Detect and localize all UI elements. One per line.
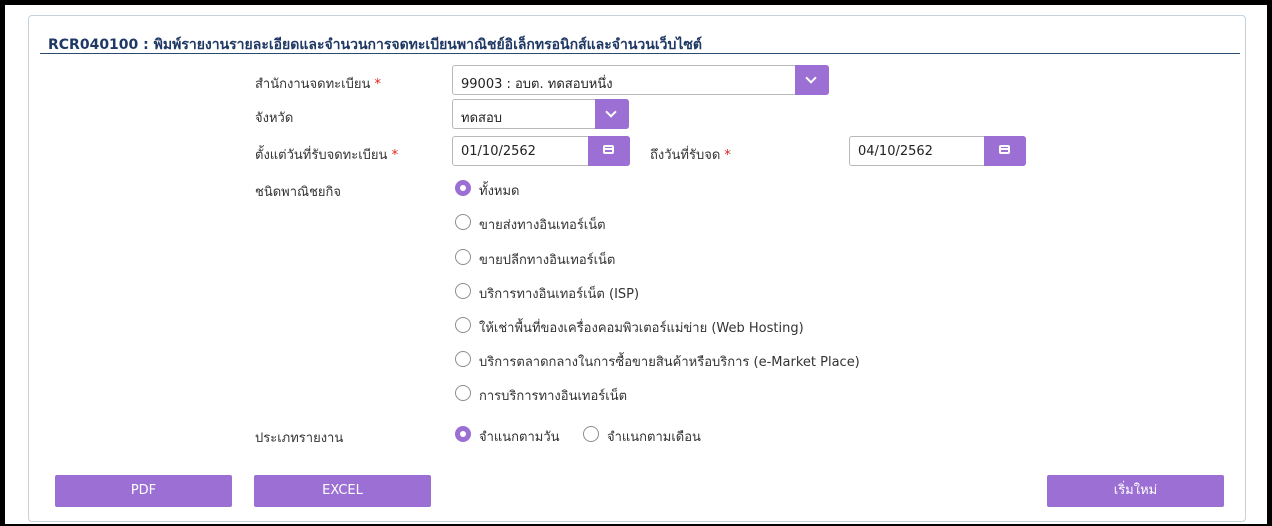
radio-label: จำแนกตามเดือน [607, 430, 701, 445]
from-date-label-text: ตั้งแต่วันที่รับจดทะเบียน [255, 148, 388, 163]
radio-icon[interactable] [455, 249, 471, 265]
radio-label: บริการทางอินเทอร์เน็ต (ISP) [479, 287, 640, 302]
province-select-value: ทดสอบ [461, 111, 503, 126]
to-date-calendar-button[interactable] [984, 136, 1026, 166]
radio-icon[interactable] [455, 214, 471, 230]
calendar-icon [999, 145, 1010, 154]
chevron-down-icon [805, 72, 817, 84]
required-marker: * [391, 148, 399, 163]
required-marker: * [724, 148, 731, 163]
required-marker: * [374, 77, 381, 92]
office-label: สำนักงานจดทะเบียน * [255, 73, 381, 94]
pdf-button[interactable]: PDF [55, 475, 232, 507]
radio-icon[interactable] [455, 385, 471, 401]
radio-icon[interactable] [583, 426, 599, 442]
radio-label: ขายส่งทางอินเทอร์เน็ต [479, 218, 606, 233]
radio-icon[interactable] [455, 317, 471, 333]
province-label: จังหวัด [255, 111, 294, 126]
radio-label: ให้เช่าพื้นที่ของเครื่องคอมพิวเตอร์แม่ข่… [479, 321, 804, 336]
radio-label: บริการตลาดกลางในการซื้อขายสินค้าหรือบริก… [479, 355, 860, 370]
radio-label: ทั้งหมด [479, 184, 520, 199]
office-dropdown-button[interactable] [795, 65, 829, 95]
from-date-value: 01/10/2562 [461, 144, 536, 159]
radio-selected-icon[interactable] [455, 180, 471, 196]
office-select[interactable]: 99003 : อบต. ทดสอบหนึ่ง [452, 65, 829, 95]
report-type-label: ประเภทรายงาน [255, 431, 344, 446]
business-type-label: ชนิดพาณิชยกิจ [255, 185, 342, 200]
reset-button[interactable]: เริ่มใหม่ [1047, 475, 1224, 507]
to-date-label: ถึงวันที่รับจด * [650, 144, 731, 165]
radio-icon[interactable] [455, 283, 471, 299]
calendar-icon [603, 145, 614, 154]
radio-selected-icon[interactable] [455, 426, 471, 442]
province-select[interactable]: ทดสอบ [452, 99, 629, 129]
radio-label: การบริการทางอินเทอร์เน็ต [479, 389, 628, 404]
from-date-label: ตั้งแต่วันที่รับจดทะเบียน * [255, 144, 398, 165]
from-date-field[interactable]: 01/10/2562 [452, 136, 630, 166]
excel-button[interactable]: EXCEL [254, 475, 431, 507]
to-date-field[interactable]: 04/10/2562 [849, 136, 1026, 166]
office-select-value: 99003 : อบต. ทดสอบหนึ่ง [461, 77, 613, 92]
to-date-value: 04/10/2562 [858, 144, 933, 159]
radio-label: จำแนกตามวัน [479, 430, 560, 445]
office-label-text: สำนักงานจดทะเบียน [255, 77, 371, 92]
title-divider [40, 53, 1240, 54]
to-date-label-text: ถึงวันที่รับจด [650, 148, 721, 163]
province-dropdown-button[interactable] [595, 99, 629, 129]
radio-icon[interactable] [455, 351, 471, 367]
chevron-down-icon [605, 106, 617, 118]
from-date-calendar-button[interactable] [588, 136, 630, 166]
radio-label: ขายปลีกทางอินเทอร์เน็ต [479, 253, 616, 268]
